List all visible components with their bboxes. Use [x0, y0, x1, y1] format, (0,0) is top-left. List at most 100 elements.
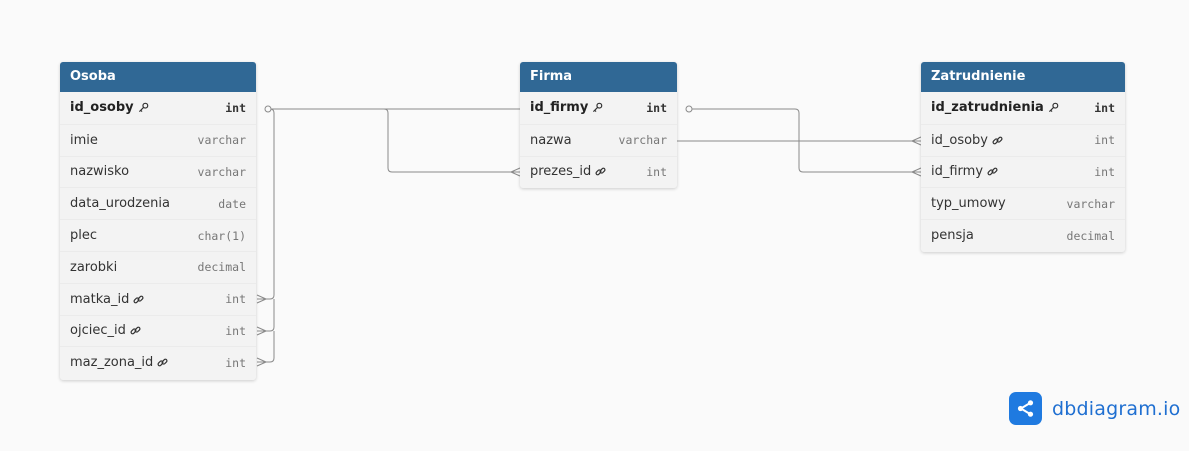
column-name: id_zatrudnienia	[931, 100, 1059, 115]
column-type: int	[1094, 164, 1115, 179]
link-icon	[595, 166, 606, 177]
relation-line-maz-zona	[257, 331, 275, 363]
key-icon	[1048, 102, 1059, 113]
table-row[interactable]: nazwa varchar	[520, 123, 677, 156]
one-marker-firma	[685, 105, 693, 113]
table-row[interactable]: nazwisko varchar	[60, 155, 256, 188]
column-name: id_osoby	[70, 100, 149, 115]
table-row[interactable]: matka_id int	[60, 282, 256, 315]
column-name: matka_id	[70, 292, 144, 307]
column-name: pensja	[931, 228, 974, 243]
many-marker-matka	[256, 294, 267, 304]
table-osoba[interactable]: Osoba id_osoby int imie varchar nazwisko varc…	[60, 62, 256, 380]
relation-line-matka	[257, 108, 275, 300]
table-row[interactable]: imie varchar	[60, 123, 256, 156]
column-type: char(1)	[197, 228, 246, 243]
column-name-label: plec	[70, 228, 98, 244]
column-name-label: ojciec_id	[70, 323, 126, 339]
column-type: int	[225, 355, 246, 370]
table-row[interactable]: prezes_id int	[520, 155, 677, 188]
brand-name: dbdiagram.io	[1052, 397, 1181, 420]
table-zatrudnienie[interactable]: Zatrudnienie id_zatrudnienia int id_osoby i…	[921, 62, 1125, 252]
share-nodes-icon	[1009, 392, 1042, 425]
column-name-label: maz_zona_id	[70, 355, 154, 371]
column-name: zarobki	[70, 260, 117, 275]
table-row[interactable]: pensja decimal	[921, 219, 1125, 251]
column-type: int	[1094, 100, 1115, 115]
column-name: nazwisko	[70, 164, 129, 179]
column-name: id_firmy	[530, 100, 603, 115]
one-marker-osoba	[264, 105, 272, 113]
column-type: varchar	[197, 133, 246, 148]
column-type: decimal	[1066, 228, 1115, 243]
column-name: ojciec_id	[70, 323, 141, 338]
table-row[interactable]: typ_umowy varchar	[921, 187, 1125, 219]
column-type: decimal	[197, 260, 246, 275]
relation-line-prezes	[266, 108, 520, 173]
column-name-label: id_zatrudnienia	[931, 100, 1044, 116]
table-row[interactable]: id_zatrudnienia int	[921, 92, 1125, 124]
column-type: int	[1094, 133, 1115, 148]
column-name: id_osoby	[931, 133, 1003, 148]
table-header[interactable]: Osoba	[60, 62, 256, 92]
column-name-label: matka_id	[70, 291, 130, 307]
column-name-label: zarobki	[70, 259, 118, 275]
table-row[interactable]: id_osoby int	[60, 92, 256, 124]
column-type: int	[225, 323, 246, 338]
table-rows: id_firmy int nazwa varchar prezes_id int	[520, 92, 677, 187]
table-row[interactable]: plec char(1)	[60, 219, 256, 251]
column-name: nazwa	[530, 133, 572, 148]
table-rows: id_zatrudnienia int id_osoby int id_firmy int…	[921, 92, 1125, 251]
column-name-label: data_urodzenia	[70, 196, 170, 212]
column-name: data_urodzenia	[70, 196, 170, 211]
relation-line-ojciec	[257, 299, 275, 332]
table-row[interactable]: id_firmy int	[921, 155, 1125, 188]
table-row[interactable]: maz_zona_id int	[60, 346, 256, 378]
column-name: typ_umowy	[931, 196, 1006, 211]
column-name-label: id_osoby	[931, 132, 988, 148]
link-icon	[133, 294, 144, 305]
table-header[interactable]: Firma	[520, 62, 677, 92]
column-name-label: id_firmy	[931, 164, 984, 180]
many-marker-maz-zona	[256, 357, 267, 367]
column-type: int	[646, 164, 667, 179]
table-row[interactable]: zarobki decimal	[60, 250, 256, 283]
link-icon	[130, 325, 141, 336]
link-icon	[987, 166, 998, 177]
many-marker-zat-osoby	[911, 136, 922, 146]
column-name: imie	[70, 133, 98, 148]
column-name-label: nazwisko	[70, 164, 130, 180]
column-type: date	[218, 196, 246, 211]
diagram-canvas: Osoba id_osoby int imie varchar nazwisko varc…	[0, 0, 1189, 451]
column-name: prezes_id	[530, 164, 606, 179]
column-type: varchar	[197, 164, 246, 179]
many-marker-zat-firmy	[911, 167, 922, 177]
relation-line-firma-zatrudnienie	[686, 108, 921, 173]
key-icon	[592, 102, 603, 113]
table-row[interactable]: id_firmy int	[520, 92, 677, 124]
brand[interactable]: dbdiagram.io	[1009, 392, 1180, 425]
table-row[interactable]: ojciec_id int	[60, 314, 256, 347]
column-type: int	[225, 292, 246, 307]
column-type: varchar	[1066, 196, 1115, 211]
column-type: varchar	[618, 133, 667, 148]
column-name-label: id_firmy	[530, 100, 589, 116]
column-type: int	[225, 100, 246, 115]
table-header[interactable]: Zatrudnienie	[921, 62, 1125, 92]
many-marker-prezes	[510, 167, 521, 177]
column-name: plec	[70, 228, 97, 243]
table-firma[interactable]: Firma id_firmy int nazwa varchar prezes_id in…	[520, 62, 677, 188]
column-name-label: imie	[70, 132, 98, 148]
column-name-label: id_osoby	[70, 100, 134, 116]
link-icon	[157, 357, 168, 368]
column-name-label: typ_umowy	[931, 196, 1006, 212]
table-row[interactable]: id_osoby int	[921, 123, 1125, 156]
link-icon	[992, 135, 1003, 146]
column-type: int	[646, 100, 667, 115]
table-rows: id_osoby int imie varchar nazwisko varchar dat…	[60, 92, 256, 378]
column-name: maz_zona_id	[70, 355, 168, 370]
many-marker-ojciec	[256, 326, 267, 336]
table-row[interactable]: data_urodzenia date	[60, 187, 256, 219]
column-name: id_firmy	[931, 164, 998, 179]
key-icon	[138, 102, 149, 113]
